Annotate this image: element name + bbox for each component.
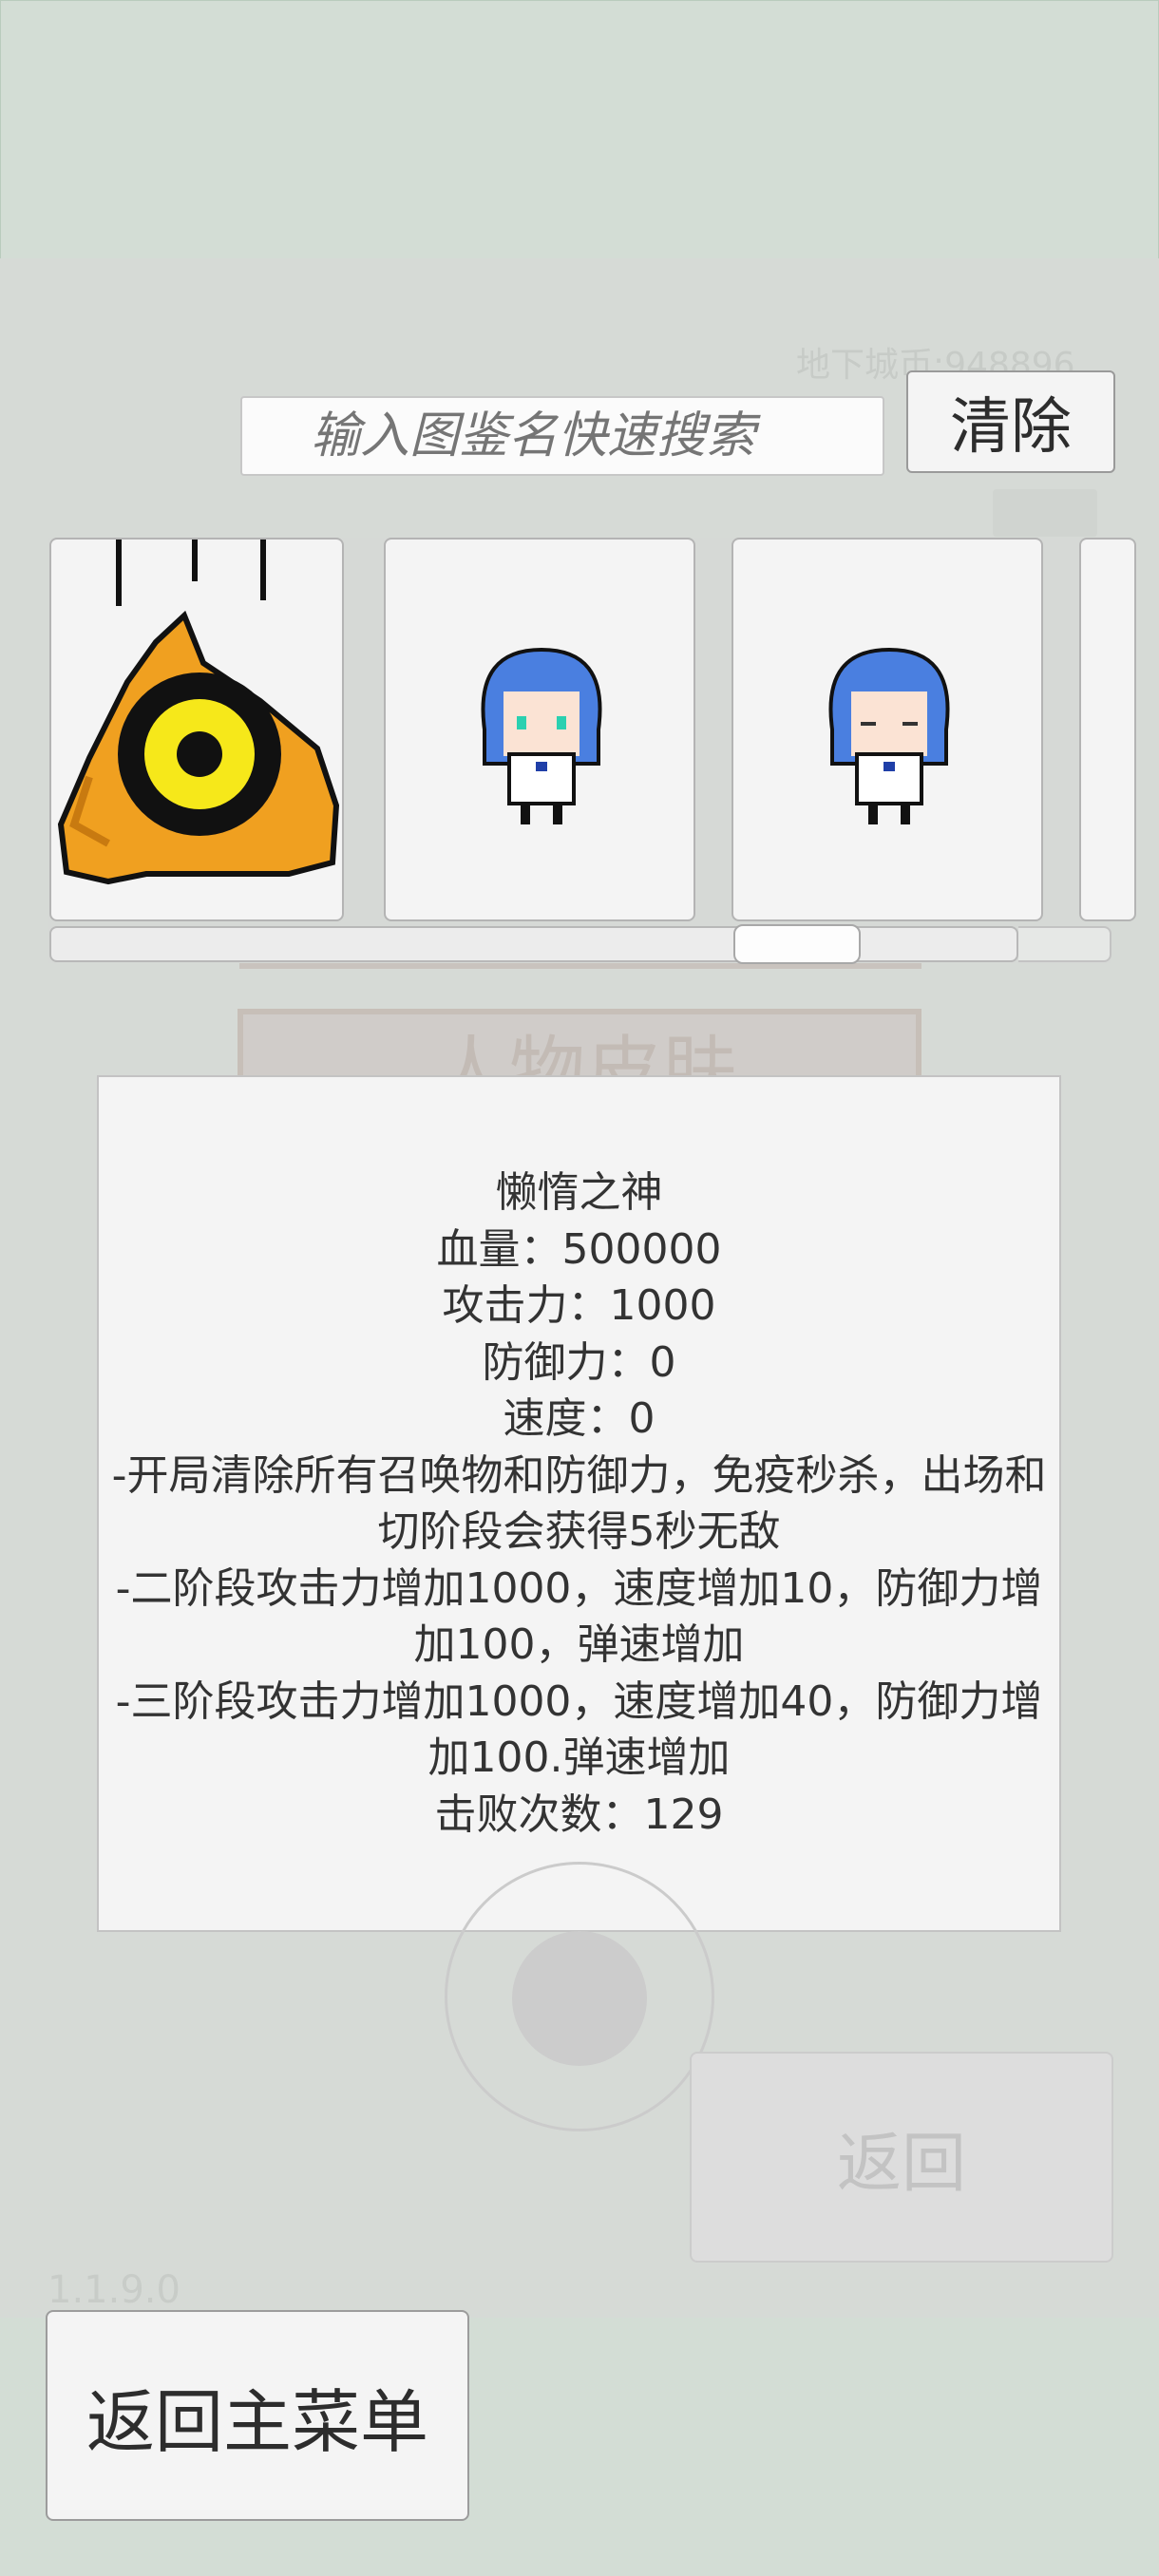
boss-hp: 血量：500000 [436, 1224, 722, 1274]
defeat-count: 击败次数：129 [434, 1790, 724, 1839]
gallery-card-boss[interactable] [49, 538, 344, 921]
gallery-card-girl-1[interactable] [384, 538, 695, 921]
gallery-card-partial[interactable] [1079, 538, 1136, 921]
skill-3-line-1: -三阶段攻击力增加1000，速度增加40，防御力增 [115, 1676, 1043, 1726]
gallery-scroll-thumb[interactable] [733, 924, 861, 964]
skill-3-line-2: 加100.弹速增加 [428, 1733, 731, 1782]
skill-2-line-1: -二阶段攻击力增加1000，速度增加10，防御力增 [115, 1563, 1043, 1613]
boss-speed: 速度：0 [503, 1394, 656, 1443]
blue-hair-girl-sleepy-icon [828, 647, 950, 824]
background-panel [993, 489, 1097, 537]
boss-detail-panel: 懒惰之神 血量：500000 攻击力：1000 防御力：0 速度：0 -开局清除… [97, 1075, 1061, 1932]
version-label: 1.1.9.0 [48, 2268, 180, 2312]
lazy-god-boss-icon [57, 540, 340, 885]
clear-button[interactable]: 清除 [906, 370, 1115, 473]
boss-defense: 防御力：0 [482, 1337, 676, 1387]
search-input[interactable] [240, 396, 884, 476]
skill-2-line-2: 加100，弹速增加 [413, 1620, 745, 1669]
background-return-button: 返回 [690, 2052, 1113, 2263]
gallery-scrollbar[interactable] [49, 926, 1018, 962]
top-frame [0, 0, 1159, 259]
boss-name: 懒惰之神 [495, 1168, 663, 1217]
skill-1-line-1: -开局清除所有召唤物和防御力，免疫秒杀，出场和 [111, 1450, 1047, 1500]
gallery-card-girl-2[interactable] [732, 538, 1043, 921]
gallery-scroll-end [1018, 926, 1112, 962]
skill-1-line-2: 切阶段会获得5秒无敌 [377, 1507, 781, 1556]
boss-attack: 攻击力：1000 [442, 1281, 716, 1330]
main-menu-button[interactable]: 返回主菜单 [46, 2310, 469, 2521]
joystick-knob [512, 1931, 647, 2066]
gallery-strip[interactable] [48, 538, 1136, 963]
background-skin-title-panel: 人物皮肤 [238, 1009, 922, 1116]
blue-hair-girl-icon [481, 647, 602, 824]
